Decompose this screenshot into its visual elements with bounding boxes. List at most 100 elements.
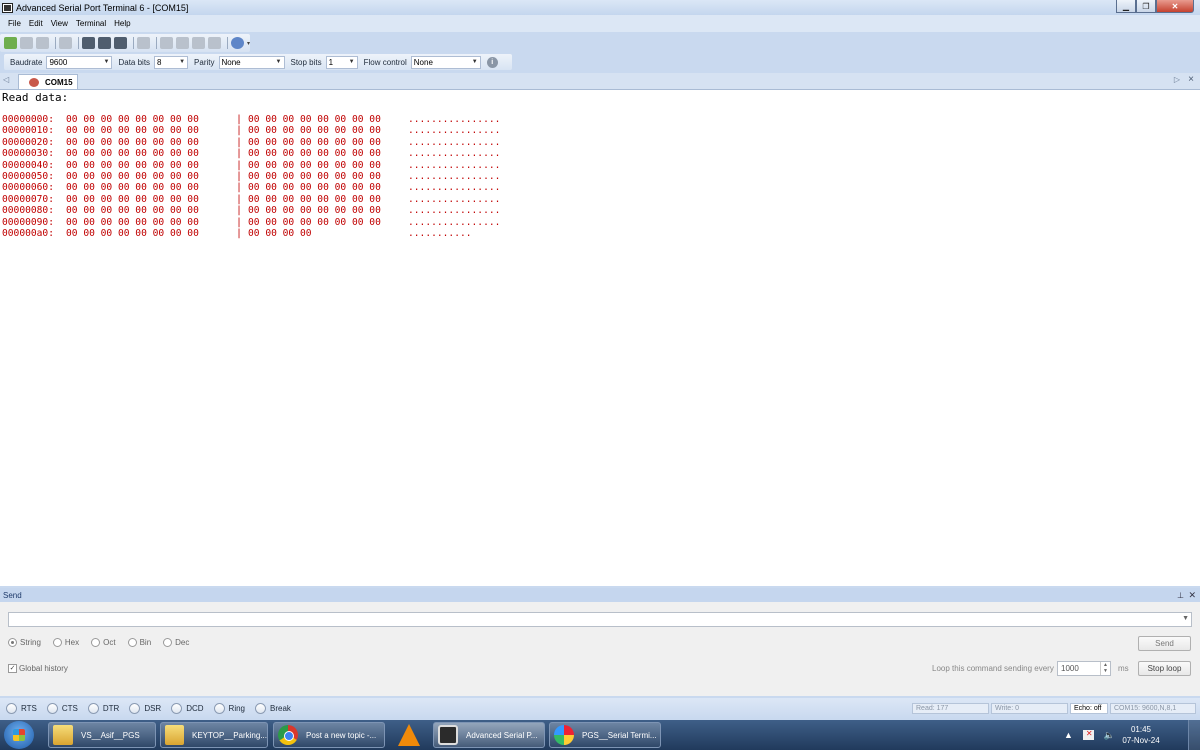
taskbar-item-serial-terminal[interactable]: Advanced Serial P...	[433, 722, 545, 748]
tab-scroll-right-icon[interactable]: ▷	[1174, 75, 1180, 84]
send-button[interactable]: Send	[1138, 636, 1191, 651]
capture-save-icon[interactable]	[208, 37, 221, 49]
dump-separator: |	[236, 170, 242, 182]
databits-select[interactable]: 8 ▼	[154, 55, 189, 69]
menu-edit[interactable]: Edit	[25, 19, 47, 28]
dump-row: 00000060: 00 00 00 00 00 00 00 00 | 00 00 0…	[2, 182, 528, 193]
capture-start-icon[interactable]	[160, 37, 173, 49]
led-icon[interactable]	[87, 703, 99, 714]
connection-settings-bar: Baudrate 9600 ▼ Data bits 8 ▼ Parity Non…	[4, 54, 512, 70]
format-dec-radio[interactable]: Dec	[163, 638, 189, 647]
format-oct-radio[interactable]: Oct	[91, 638, 116, 647]
port-config-status: COM15: 9600,N,8,1	[1110, 703, 1196, 714]
flow-control-select[interactable]: None ▼	[410, 55, 481, 69]
format-bin-radio[interactable]: Bin	[127, 638, 151, 647]
view-hex-icon[interactable]	[98, 37, 111, 49]
radio-dot[interactable]	[163, 638, 173, 647]
show-hidden-icons-icon[interactable]: ▲	[1064, 730, 1073, 740]
restore-button[interactable]: ❐	[1136, 0, 1156, 13]
taskbar-item-keytop[interactable]: KEYTOP__Parking...	[160, 722, 268, 748]
tab-scroll-left-icon[interactable]: ◁	[3, 75, 9, 84]
signal-dtr[interactable]: DTR	[87, 703, 120, 714]
help-icon[interactable]	[231, 37, 244, 49]
loop-interval-stepper[interactable]: 1000 ▲ ▼	[1057, 661, 1111, 676]
radio-dot[interactable]	[52, 638, 62, 647]
parity-value: None	[221, 57, 241, 67]
connect-icon[interactable]	[4, 37, 17, 49]
chevron-down-icon[interactable]: ▼	[177, 57, 187, 68]
dump-hex-right: 00 00 00 00 00 00 00 00	[248, 216, 381, 228]
dump-separator: |	[236, 205, 242, 217]
signal-break[interactable]: Break	[255, 703, 291, 714]
view-dump-icon[interactable]	[114, 37, 127, 49]
info-icon[interactable]: i	[486, 56, 498, 68]
taskbar-item-pgs-paint[interactable]: PGS__Serial Termi...	[549, 722, 661, 748]
radio-dot[interactable]	[8, 638, 17, 647]
chevron-down-icon[interactable]: ▼	[470, 57, 480, 68]
signal-label: DTR	[102, 704, 120, 713]
tab-com15[interactable]: COM15	[18, 74, 78, 89]
tab-close-icon[interactable]: ×	[1188, 74, 1194, 85]
baudrate-select[interactable]: 9600 ▼	[46, 55, 113, 69]
dump-separator: |	[236, 136, 242, 148]
start-button[interactable]	[4, 721, 34, 749]
dump-address: 00000070:	[2, 193, 54, 205]
dump-address: 00000090:	[2, 216, 54, 228]
capture-pause-icon[interactable]	[176, 37, 189, 49]
global-history-checkbox[interactable]: ✓ Global history	[8, 664, 68, 673]
chevron-down-icon[interactable]: ▼	[101, 57, 111, 68]
vlc-icon[interactable]	[398, 724, 420, 746]
menu-file[interactable]: File	[4, 19, 25, 28]
led-icon[interactable]	[255, 703, 266, 714]
minimize-button[interactable]: ▁	[1116, 0, 1136, 13]
app-terminal-icon[interactable]	[2, 2, 13, 13]
copy-icon[interactable]	[59, 37, 72, 49]
send-command-input[interactable]: ▼	[8, 612, 1192, 627]
format-string-label: String	[20, 638, 41, 647]
taskbar-item-chrome[interactable]: Post a new topic -...	[273, 722, 385, 748]
led-icon[interactable]	[6, 703, 17, 714]
view-string-icon[interactable]	[82, 37, 95, 49]
show-desktop-button[interactable]	[1188, 720, 1200, 750]
chevron-down-icon[interactable]: ▼	[274, 57, 284, 68]
dump-ascii: ...........	[408, 227, 472, 239]
folder-icon	[53, 725, 73, 745]
close-icon[interactable]: ✕	[1188, 590, 1196, 601]
signal-label: Ring	[228, 704, 245, 713]
menu-view[interactable]: View	[47, 19, 72, 28]
terminal-output[interactable]: Read data: 00000000: 00 00 00 00 00 00 00…	[0, 89, 1200, 586]
menu-terminal[interactable]: Terminal	[72, 19, 110, 28]
stop-loop-button[interactable]: Stop loop	[1138, 661, 1191, 676]
chevron-down-icon[interactable]: ▼	[1182, 615, 1189, 622]
radio-dot[interactable]	[127, 638, 137, 647]
close-button[interactable]: ✕	[1156, 0, 1194, 13]
dump-ascii: ................	[408, 193, 501, 205]
dump-hex-left: 00 00 00 00 00 00 00 00	[66, 114, 199, 125]
capture-stop-icon[interactable]	[192, 37, 205, 49]
checkmark-icon[interactable]: ✓	[8, 664, 17, 673]
menu-help[interactable]: Help	[110, 19, 134, 28]
loop-interval-value: 1000	[1061, 664, 1079, 673]
echo-status[interactable]: Echo: off	[1070, 703, 1108, 714]
radio-dot[interactable]	[91, 638, 101, 647]
disconnect-icon[interactable]	[20, 37, 33, 49]
taskbar-item-vs-asif-pgs[interactable]: VS__Asif__PGS	[48, 722, 156, 748]
signal-rts[interactable]: RTS	[6, 703, 37, 714]
clear-icon[interactable]	[137, 37, 150, 49]
taskbar-item-label: Post a new topic -...	[306, 730, 377, 740]
led-icon	[129, 703, 141, 714]
format-hex-radio[interactable]: Hex	[52, 638, 79, 647]
pin-icon[interactable]: ⊥	[1177, 591, 1184, 600]
format-string-radio[interactable]: String	[8, 638, 41, 647]
led-icon	[213, 703, 225, 714]
action-center-icon[interactable]	[1082, 729, 1094, 740]
port-settings-icon[interactable]	[36, 37, 49, 49]
parity-select[interactable]: None ▼	[218, 55, 285, 69]
clock[interactable]: 01:45 07-Nov-24	[1113, 724, 1169, 746]
databits-value: 8	[157, 57, 162, 67]
help-dropdown-icon[interactable]: ▾	[247, 40, 250, 47]
chevron-down-icon[interactable]: ▼	[347, 57, 357, 68]
taskbar-item-label: Advanced Serial P...	[466, 730, 538, 740]
stopbits-select[interactable]: 1 ▼	[325, 55, 358, 69]
spinner-arrows-icon[interactable]: ▲ ▼	[1100, 662, 1110, 675]
